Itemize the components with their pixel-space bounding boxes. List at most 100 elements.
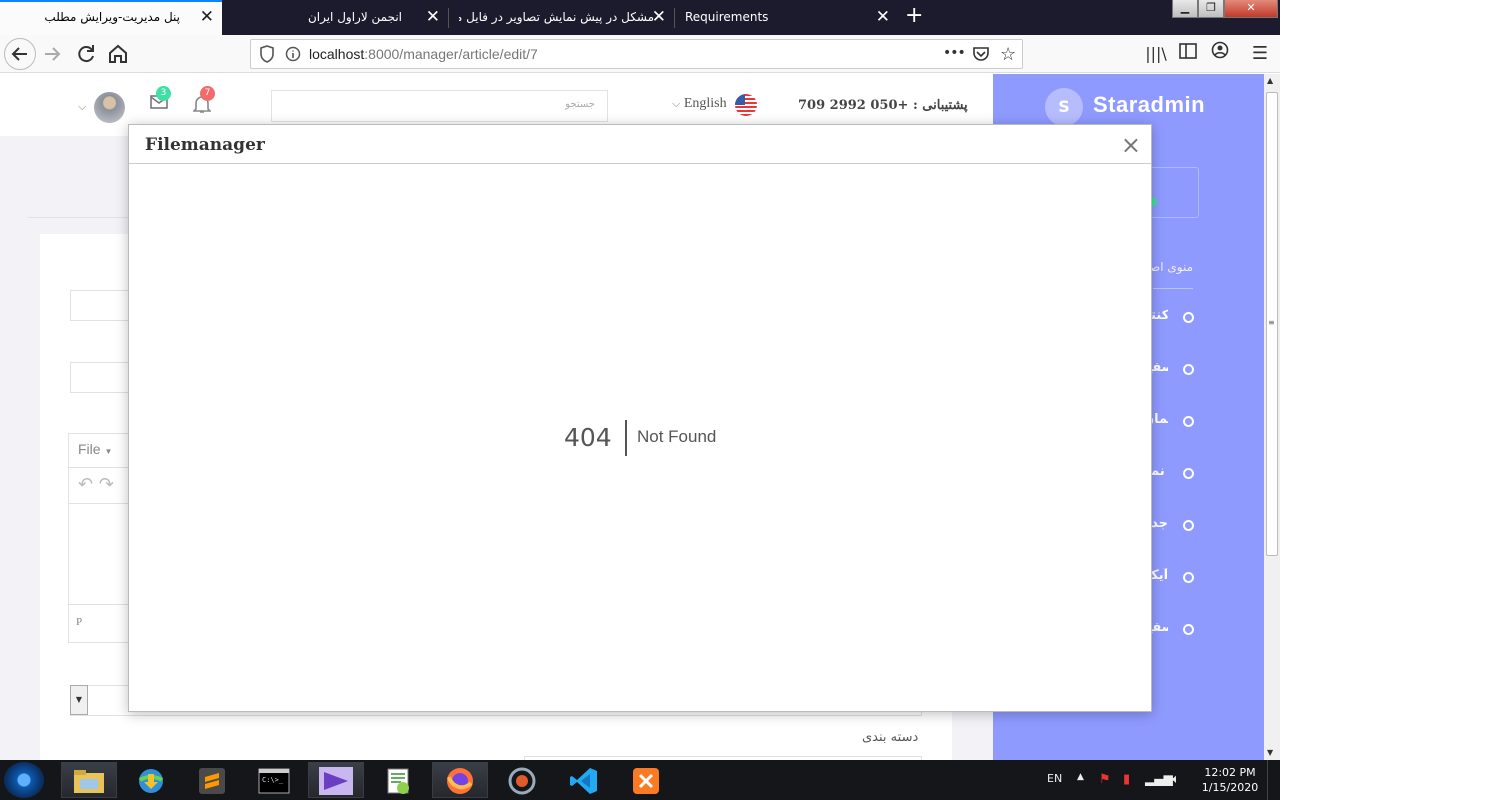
- language-selector[interactable]: ⌵ English: [672, 96, 727, 112]
- close-tab-icon[interactable]: ✕: [200, 2, 214, 33]
- modal-header-divider: [129, 163, 1151, 164]
- close-tab-icon[interactable]: ✕: [876, 0, 890, 35]
- eclipse-icon[interactable]: [494, 762, 550, 798]
- clock-time: 12:02 PM: [1204, 766, 1256, 779]
- messages-button[interactable]: 3: [150, 86, 171, 115]
- grip-icon: ≡: [1268, 318, 1275, 327]
- notification-badge: 7: [200, 86, 215, 101]
- command-prompt-icon[interactable]: C:\>_: [246, 762, 302, 798]
- arrow-left-icon: [11, 47, 27, 61]
- tab-file-manager-issue[interactable]: مشکل در پیش نمایش تصاویر در فایل منیج ✕: [449, 0, 674, 35]
- system-clock[interactable]: 12:02 PM 1/15/2020: [1200, 765, 1260, 795]
- message-badge: 3: [156, 86, 171, 101]
- sidebar-toggle-icon[interactable]: [1174, 41, 1202, 67]
- brand-logo-icon[interactable]: S: [1045, 88, 1083, 126]
- address-bar[interactable]: localhost:8000/manager/article/edit/7 ••…: [250, 39, 1023, 69]
- search-input[interactable]: جستجو: [271, 90, 608, 122]
- scroll-up-icon[interactable]: ▲: [1267, 76, 1273, 85]
- page-actions-icon[interactable]: •••: [943, 45, 966, 61]
- action-center-icon[interactable]: ⚑: [1099, 772, 1111, 787]
- pocket-icon[interactable]: [972, 46, 990, 66]
- close-icon[interactable]: ×: [1121, 131, 1141, 159]
- explorer-icon[interactable]: [61, 762, 117, 798]
- chevron-down-icon[interactable]: ⌵: [78, 100, 86, 114]
- scroll-down-icon[interactable]: ▼: [1267, 748, 1273, 757]
- network-icon[interactable]: ▂▄▆: [1145, 772, 1173, 786]
- tab-admin-panel[interactable]: پنل مدیریت-ویرایش مطلب ✕: [0, 0, 222, 35]
- sublime-text-icon[interactable]: [184, 762, 240, 798]
- select-dropdown-icon[interactable]: ▼: [70, 685, 88, 715]
- circle-icon: [1183, 312, 1194, 323]
- circle-icon: [1183, 364, 1194, 375]
- forward-button[interactable]: [38, 41, 66, 67]
- reload-button[interactable]: [72, 41, 100, 67]
- svg-text:C:\>_: C:\>_: [262, 776, 284, 784]
- circle-icon: [1183, 468, 1194, 479]
- category-label: دسته بندی: [862, 730, 919, 745]
- tab-laravel-forum[interactable]: انجمن لاراول ایران ✕: [222, 0, 448, 35]
- filemanager-modal: Filemanager × 404 Not Found: [128, 124, 1152, 712]
- firefox-icon[interactable]: [432, 762, 488, 798]
- support-phone: پشتیبانی : +050 2992 709: [798, 98, 968, 113]
- chevron-down-icon: ⌵: [672, 98, 681, 110]
- editor-toolbar: ↶ ↷: [78, 474, 114, 495]
- title-input[interactable]: [70, 290, 130, 321]
- volume-icon[interactable]: 🔈︎: [1172, 772, 1180, 787]
- circle-icon: [1183, 416, 1194, 427]
- reload-icon: [78, 45, 94, 63]
- show-hidden-icons[interactable]: ▲: [1077, 772, 1084, 782]
- xampp-icon[interactable]: [618, 762, 674, 798]
- error-message: Not Found: [637, 427, 717, 446]
- keyboard-language[interactable]: EN: [1047, 772, 1062, 785]
- brand-title[interactable]: Staradmin: [1093, 92, 1205, 118]
- close-tab-icon[interactable]: ✕: [652, 0, 666, 35]
- library-icon[interactable]: |||\: [1142, 41, 1170, 67]
- file-menu-label: File: [78, 441, 101, 457]
- url-text[interactable]: localhost:8000/manager/article/edit/7: [309, 46, 538, 62]
- menu-icon[interactable]: ☰: [1246, 41, 1274, 67]
- home-button[interactable]: [104, 41, 132, 67]
- slug-input[interactable]: [70, 362, 130, 393]
- info-icon[interactable]: [285, 46, 301, 66]
- notifications-button[interactable]: 7: [192, 86, 215, 119]
- tab-title: انجمن لاراول ایران: [307, 10, 402, 24]
- url-path: :8000/manager/article/edit/7: [364, 46, 538, 62]
- restore-icon[interactable]: ❐: [1198, 0, 1224, 18]
- sidebar-divider: [1153, 288, 1193, 289]
- notepad-plus-plus-icon[interactable]: [370, 762, 426, 798]
- new-tab-icon[interactable]: +: [905, 3, 923, 28]
- close-window-icon[interactable]: ✕: [1224, 0, 1278, 18]
- error-divider: [625, 420, 627, 456]
- editor-file-menu[interactable]: File ▼: [78, 441, 112, 457]
- browser-tab-bar: پنل مدیریت-ویرایش مطلب ✕ انجمن لاراول ای…: [0, 0, 1280, 35]
- back-button[interactable]: [4, 38, 36, 70]
- modal-title: Filemanager: [145, 135, 265, 155]
- vscode-icon[interactable]: [556, 762, 612, 798]
- avatar[interactable]: [94, 92, 125, 123]
- undo-icon[interactable]: ↶: [78, 474, 93, 495]
- clock-date: 1/15/2020: [1201, 781, 1259, 794]
- error-code: 404: [564, 423, 612, 452]
- tab-title: پنل مدیریت-ویرایش مطلب: [44, 10, 180, 24]
- home-icon: [109, 44, 127, 63]
- internet-download-manager-icon[interactable]: [123, 762, 179, 798]
- start-button[interactable]: [4, 762, 44, 798]
- editor-status-path: P: [76, 616, 83, 628]
- tab-requirements[interactable]: Requirements ✕: [675, 0, 898, 35]
- editor-divider: [68, 604, 130, 605]
- editor-divider: [68, 503, 130, 504]
- account-icon[interactable]: [1206, 41, 1234, 67]
- show-desktop-button[interactable]: [1267, 760, 1280, 800]
- visual-studio-icon[interactable]: [308, 762, 364, 798]
- circle-icon: [1183, 520, 1194, 531]
- shield-icon[interactable]: [259, 45, 275, 67]
- close-tab-icon[interactable]: ✕: [426, 0, 440, 35]
- circle-icon: [1183, 624, 1194, 635]
- us-flag-icon: [735, 94, 757, 116]
- content-editor[interactable]: [68, 433, 130, 643]
- minimize-icon[interactable]: ▁: [1172, 0, 1198, 18]
- power-icon[interactable]: ▮: [1123, 772, 1130, 787]
- bookmark-star-icon[interactable]: ☆: [1000, 44, 1016, 65]
- language-label: English: [683, 96, 727, 111]
- redo-icon[interactable]: ↷: [99, 474, 114, 495]
